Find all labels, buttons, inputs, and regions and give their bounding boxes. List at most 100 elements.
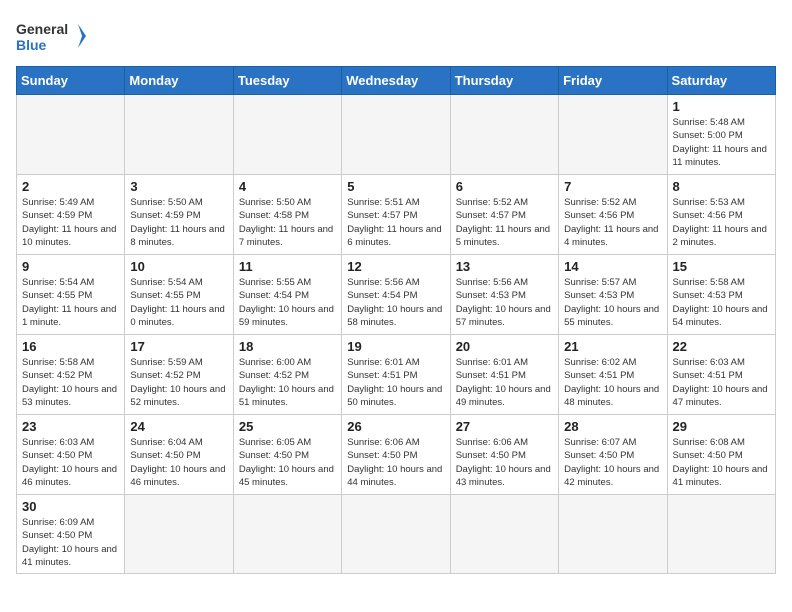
day-number: 10 xyxy=(130,259,227,274)
calendar-cell: 19 Sunrise: 6:01 AM Sunset: 4:51 PM Dayli… xyxy=(342,335,450,415)
day-info: Sunrise: 5:52 AM Sunset: 4:57 PM Dayligh… xyxy=(456,196,553,249)
svg-text:Blue: Blue xyxy=(16,37,47,53)
calendar-cell: 21 Sunrise: 6:02 AM Sunset: 4:51 PM Dayli… xyxy=(559,335,667,415)
calendar-table: SundayMondayTuesdayWednesdayThursdayFrid… xyxy=(16,66,776,574)
day-info: Sunrise: 5:49 AM Sunset: 4:59 PM Dayligh… xyxy=(22,196,119,249)
calendar-cell: 14 Sunrise: 5:57 AM Sunset: 4:53 PM Dayli… xyxy=(559,255,667,335)
calendar-cell: 6 Sunrise: 5:52 AM Sunset: 4:57 PM Daylig… xyxy=(450,175,558,255)
calendar-cell: 28 Sunrise: 6:07 AM Sunset: 4:50 PM Dayli… xyxy=(559,415,667,495)
day-number: 16 xyxy=(22,339,119,354)
day-info: Sunrise: 5:54 AM Sunset: 4:55 PM Dayligh… xyxy=(130,276,227,329)
day-number: 26 xyxy=(347,419,444,434)
week-row-6: 30Sunrise: 6:09 AM Sunset: 4:50 PM Dayli… xyxy=(17,495,776,574)
logo-svg: General Blue xyxy=(16,16,86,56)
day-info: Sunrise: 5:50 AM Sunset: 4:58 PM Dayligh… xyxy=(239,196,336,249)
day-number: 27 xyxy=(456,419,553,434)
day-number: 30 xyxy=(22,499,119,514)
calendar-cell: 3Sunrise: 5:50 AM Sunset: 4:59 PM Daylig… xyxy=(125,175,233,255)
day-number: 5 xyxy=(347,179,444,194)
day-number: 17 xyxy=(130,339,227,354)
calendar-cell: 11Sunrise: 5:55 AM Sunset: 4:54 PM Dayli… xyxy=(233,255,341,335)
calendar-cell: 24Sunrise: 6:04 AM Sunset: 4:50 PM Dayli… xyxy=(125,415,233,495)
calendar-cell: 2 Sunrise: 5:49 AM Sunset: 4:59 PM Daylig… xyxy=(17,175,125,255)
day-number: 28 xyxy=(564,419,661,434)
day-number: 21 xyxy=(564,339,661,354)
calendar-cell xyxy=(17,95,125,175)
weekday-header-friday: Friday xyxy=(559,67,667,95)
day-info: Sunrise: 6:01 AM Sunset: 4:51 PM Dayligh… xyxy=(347,356,444,409)
calendar-cell: 1 Sunrise: 5:48 AM Sunset: 5:00 PM Daylig… xyxy=(667,95,775,175)
calendar-cell: 7 Sunrise: 5:52 AM Sunset: 4:56 PM Daylig… xyxy=(559,175,667,255)
calendar-cell xyxy=(559,95,667,175)
day-info: Sunrise: 5:50 AM Sunset: 4:59 PM Dayligh… xyxy=(130,196,227,249)
day-number: 14 xyxy=(564,259,661,274)
week-row-5: 23 Sunrise: 6:03 AM Sunset: 4:50 PM Dayli… xyxy=(17,415,776,495)
calendar-cell xyxy=(559,495,667,574)
weekday-header-thursday: Thursday xyxy=(450,67,558,95)
day-info: Sunrise: 6:00 AM Sunset: 4:52 PM Dayligh… xyxy=(239,356,336,409)
calendar-cell: 25 Sunrise: 6:05 AM Sunset: 4:50 PM Dayli… xyxy=(233,415,341,495)
day-number: 9 xyxy=(22,259,119,274)
day-info: Sunrise: 6:02 AM Sunset: 4:51 PM Dayligh… xyxy=(564,356,661,409)
day-number: 22 xyxy=(673,339,770,354)
day-info: Sunrise: 6:05 AM Sunset: 4:50 PM Dayligh… xyxy=(239,436,336,489)
day-info: Sunrise: 6:08 AM Sunset: 4:50 PM Dayligh… xyxy=(673,436,770,489)
calendar-cell xyxy=(125,495,233,574)
day-info: Sunrise: 5:59 AM Sunset: 4:52 PM Dayligh… xyxy=(130,356,227,409)
day-number: 23 xyxy=(22,419,119,434)
calendar-cell xyxy=(233,95,341,175)
calendar-cell: 23 Sunrise: 6:03 AM Sunset: 4:50 PM Dayli… xyxy=(17,415,125,495)
week-row-3: 9 Sunrise: 5:54 AM Sunset: 4:55 PM Daylig… xyxy=(17,255,776,335)
calendar-cell: 27 Sunrise: 6:06 AM Sunset: 4:50 PM Dayli… xyxy=(450,415,558,495)
day-number: 29 xyxy=(673,419,770,434)
calendar-cell: 4 Sunrise: 5:50 AM Sunset: 4:58 PM Daylig… xyxy=(233,175,341,255)
day-info: Sunrise: 5:53 AM Sunset: 4:56 PM Dayligh… xyxy=(673,196,770,249)
day-number: 24 xyxy=(130,419,227,434)
day-info: Sunrise: 5:52 AM Sunset: 4:56 PM Dayligh… xyxy=(564,196,661,249)
week-row-2: 2 Sunrise: 5:49 AM Sunset: 4:59 PM Daylig… xyxy=(17,175,776,255)
week-row-4: 16 Sunrise: 5:58 AM Sunset: 4:52 PM Dayli… xyxy=(17,335,776,415)
weekday-header-monday: Monday xyxy=(125,67,233,95)
calendar-cell xyxy=(233,495,341,574)
weekday-header-saturday: Saturday xyxy=(667,67,775,95)
calendar-cell: 20Sunrise: 6:01 AM Sunset: 4:51 PM Dayli… xyxy=(450,335,558,415)
calendar-cell: 12Sunrise: 5:56 AM Sunset: 4:54 PM Dayli… xyxy=(342,255,450,335)
day-number: 19 xyxy=(347,339,444,354)
day-number: 8 xyxy=(673,179,770,194)
weekday-header-tuesday: Tuesday xyxy=(233,67,341,95)
day-info: Sunrise: 5:58 AM Sunset: 4:53 PM Dayligh… xyxy=(673,276,770,329)
weekday-header-row: SundayMondayTuesdayWednesdayThursdayFrid… xyxy=(17,67,776,95)
day-info: Sunrise: 5:58 AM Sunset: 4:52 PM Dayligh… xyxy=(22,356,119,409)
calendar-cell xyxy=(342,495,450,574)
calendar-cell: 5 Sunrise: 5:51 AM Sunset: 4:57 PM Daylig… xyxy=(342,175,450,255)
day-number: 15 xyxy=(673,259,770,274)
header: General Blue xyxy=(16,16,776,56)
day-info: Sunrise: 6:06 AM Sunset: 4:50 PM Dayligh… xyxy=(456,436,553,489)
calendar-cell: 18Sunrise: 6:00 AM Sunset: 4:52 PM Dayli… xyxy=(233,335,341,415)
calendar-cell: 30Sunrise: 6:09 AM Sunset: 4:50 PM Dayli… xyxy=(17,495,125,574)
calendar-cell: 26Sunrise: 6:06 AM Sunset: 4:50 PM Dayli… xyxy=(342,415,450,495)
day-number: 6 xyxy=(456,179,553,194)
day-info: Sunrise: 5:51 AM Sunset: 4:57 PM Dayligh… xyxy=(347,196,444,249)
day-number: 1 xyxy=(673,99,770,114)
calendar-cell: 16 Sunrise: 5:58 AM Sunset: 4:52 PM Dayli… xyxy=(17,335,125,415)
calendar-cell xyxy=(125,95,233,175)
day-number: 7 xyxy=(564,179,661,194)
calendar-cell: 17 Sunrise: 5:59 AM Sunset: 4:52 PM Dayli… xyxy=(125,335,233,415)
calendar-cell: 9 Sunrise: 5:54 AM Sunset: 4:55 PM Daylig… xyxy=(17,255,125,335)
calendar-cell xyxy=(342,95,450,175)
calendar-cell: 15 Sunrise: 5:58 AM Sunset: 4:53 PM Dayli… xyxy=(667,255,775,335)
day-info: Sunrise: 5:57 AM Sunset: 4:53 PM Dayligh… xyxy=(564,276,661,329)
day-info: Sunrise: 5:48 AM Sunset: 5:00 PM Dayligh… xyxy=(673,116,770,169)
day-number: 2 xyxy=(22,179,119,194)
day-number: 25 xyxy=(239,419,336,434)
day-number: 11 xyxy=(239,259,336,274)
day-number: 13 xyxy=(456,259,553,274)
day-info: Sunrise: 6:03 AM Sunset: 4:50 PM Dayligh… xyxy=(22,436,119,489)
calendar-cell xyxy=(450,495,558,574)
day-info: Sunrise: 6:07 AM Sunset: 4:50 PM Dayligh… xyxy=(564,436,661,489)
day-number: 20 xyxy=(456,339,553,354)
day-info: Sunrise: 5:54 AM Sunset: 4:55 PM Dayligh… xyxy=(22,276,119,329)
calendar-cell: 8 Sunrise: 5:53 AM Sunset: 4:56 PM Daylig… xyxy=(667,175,775,255)
day-number: 4 xyxy=(239,179,336,194)
